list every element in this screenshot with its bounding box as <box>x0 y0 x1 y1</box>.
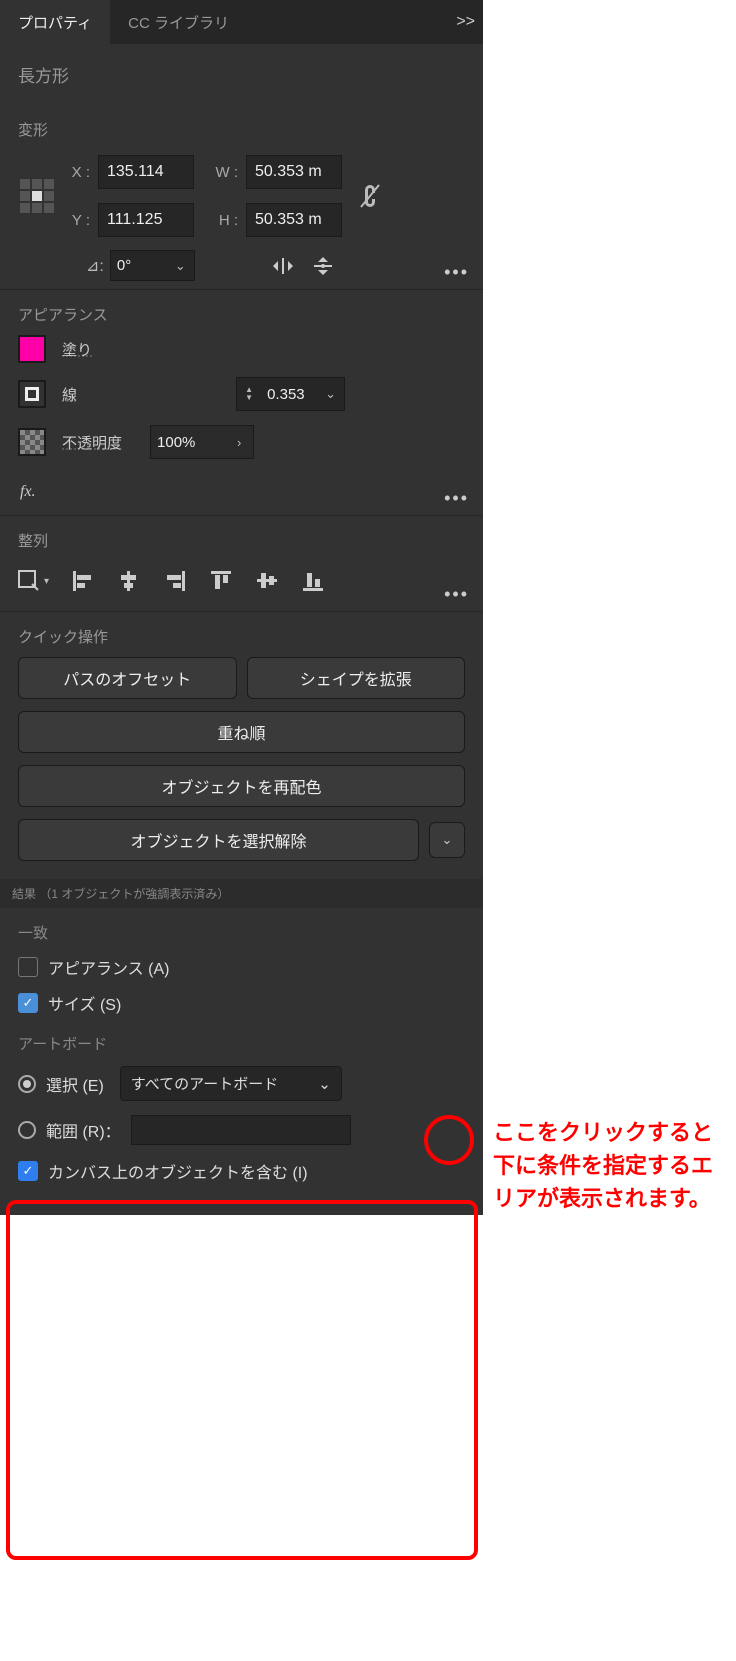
transform-more-icon[interactable]: ••• <box>444 262 469 283</box>
align-to-selector[interactable]: ▾ <box>18 570 49 592</box>
align-vcenter-icon[interactable] <box>255 569 279 593</box>
appearance-more-icon[interactable]: ••• <box>444 488 469 509</box>
offset-path-button[interactable]: パスのオフセット <box>18 657 237 699</box>
section-transform: 変形 X : W : Y : H : ⊿: <box>0 105 483 289</box>
expand-criteria-button[interactable]: ⌄ <box>429 822 465 858</box>
recolor-button[interactable]: オブジェクトを再配色 <box>18 765 465 807</box>
link-wh-icon[interactable] <box>350 181 390 211</box>
expand-shape-button[interactable]: シェイプを拡張 <box>247 657 466 699</box>
opacity-swatch[interactable] <box>18 428 46 456</box>
align-right-icon[interactable] <box>163 569 187 593</box>
range-input[interactable] <box>131 1115 351 1145</box>
align-bottom-icon[interactable] <box>301 569 325 593</box>
opacity-label: 不透明度 <box>62 432 122 453</box>
size-check-label: サイズ (S) <box>48 991 121 1015</box>
range-radio-label: 範囲 (R)： <box>46 1118 121 1142</box>
h-label: H : <box>202 212 242 229</box>
tabs-overflow[interactable]: >> <box>456 13 475 31</box>
rotate-input[interactable] <box>111 251 167 280</box>
w-input[interactable] <box>246 155 342 189</box>
opacity-control: › <box>150 425 254 459</box>
stroke-dropdown-icon[interactable]: ⌄ <box>317 386 344 402</box>
rotate-input-wrap: ⌄ <box>110 250 195 281</box>
annotation-box <box>6 1200 478 1560</box>
stroke-stepper: ▲▼ ⌄ <box>236 377 345 411</box>
tab-properties[interactable]: プロパティ <box>0 0 110 44</box>
criteria-panel: 一致 アピアランス (A) ✓ サイズ (S) アートボード 選択 (E) すべ… <box>0 908 483 1215</box>
chevron-down-icon: ⌄ <box>318 1075 331 1093</box>
w-label: W : <box>202 164 242 181</box>
section-quick-actions: クイック操作 パスのオフセット シェイプを拡張 重ね順 オブジェクトを再配色 オ… <box>0 611 483 879</box>
chevron-down-icon: ▾ <box>44 576 49 587</box>
y-input[interactable] <box>98 203 194 237</box>
include-canvas-checkbox[interactable]: ✓ <box>18 1161 38 1181</box>
select-radio-label: 選択 (E) <box>46 1072 104 1096</box>
artboard-select[interactable]: すべてのアートボード ⌄ <box>120 1066 342 1101</box>
reference-point-selector[interactable] <box>20 179 54 213</box>
stroke-width-input[interactable] <box>261 382 317 407</box>
stroke-step-arrows[interactable]: ▲▼ <box>237 386 261 402</box>
range-radio[interactable] <box>18 1121 36 1139</box>
match-title: 一致 <box>18 922 465 943</box>
chevron-down-icon: ⌄ <box>442 832 453 848</box>
include-canvas-label: カンバス上のオブジェクトを含む (I) <box>48 1159 308 1183</box>
fx-button[interactable]: fx. <box>18 473 465 507</box>
align-top-icon[interactable] <box>209 569 233 593</box>
flip-vertical-icon[interactable] <box>311 254 335 278</box>
properties-panel: プロパティ CC ライブラリ >> 長方形 変形 X : W : <box>0 0 483 1215</box>
quick-title: クイック操作 <box>18 626 465 647</box>
fill-swatch[interactable] <box>18 335 46 363</box>
y-label: Y : <box>64 212 94 229</box>
opacity-expand-icon[interactable]: › <box>231 435 247 450</box>
x-label: X : <box>64 164 94 181</box>
fill-label: 塗り <box>62 339 92 360</box>
annotation-callout: ここをクリックすると下に条件を指定するエリアが表示されます。 <box>483 1108 723 1215</box>
transform-title: 変形 <box>18 119 465 140</box>
align-more-icon[interactable]: ••• <box>444 584 469 605</box>
align-title: 整列 <box>18 530 465 551</box>
section-align: 整列 ▾ ••• <box>0 515 483 611</box>
h-input[interactable] <box>246 203 342 237</box>
appearance-checkbox[interactable] <box>18 957 38 977</box>
appearance-check-label: アピアランス (A) <box>48 955 169 979</box>
deselect-button[interactable]: オブジェクトを選択解除 <box>18 819 419 861</box>
size-checkbox[interactable]: ✓ <box>18 993 38 1013</box>
tab-cc-libraries[interactable]: CC ライブラリ <box>110 0 247 44</box>
arrange-button[interactable]: 重ね順 <box>18 711 465 753</box>
selection-type: 長方形 <box>0 44 483 105</box>
rotate-dropdown-icon[interactable]: ⌄ <box>167 258 194 274</box>
align-hcenter-icon[interactable] <box>117 569 141 593</box>
stroke-label: 線 <box>62 384 77 405</box>
flip-horizontal-icon[interactable] <box>271 254 295 278</box>
select-radio[interactable] <box>18 1075 36 1093</box>
opacity-input[interactable] <box>157 434 227 451</box>
artboard-title: アートボード <box>18 1033 465 1054</box>
section-appearance: アピアランス 塗り 線 ▲▼ ⌄ 不透明度 › <box>0 289 483 515</box>
align-left-icon[interactable] <box>71 569 95 593</box>
rotate-icon: ⊿: <box>86 256 104 276</box>
artboard-select-value: すべてのアートボード <box>131 1073 278 1094</box>
result-status: 結果 （1 オブジェクトが強調表示済み） <box>0 879 483 908</box>
stroke-swatch[interactable] <box>18 380 46 408</box>
panel-tabs: プロパティ CC ライブラリ >> <box>0 0 483 44</box>
appearance-title: アピアランス <box>18 304 465 325</box>
x-input[interactable] <box>98 155 194 189</box>
